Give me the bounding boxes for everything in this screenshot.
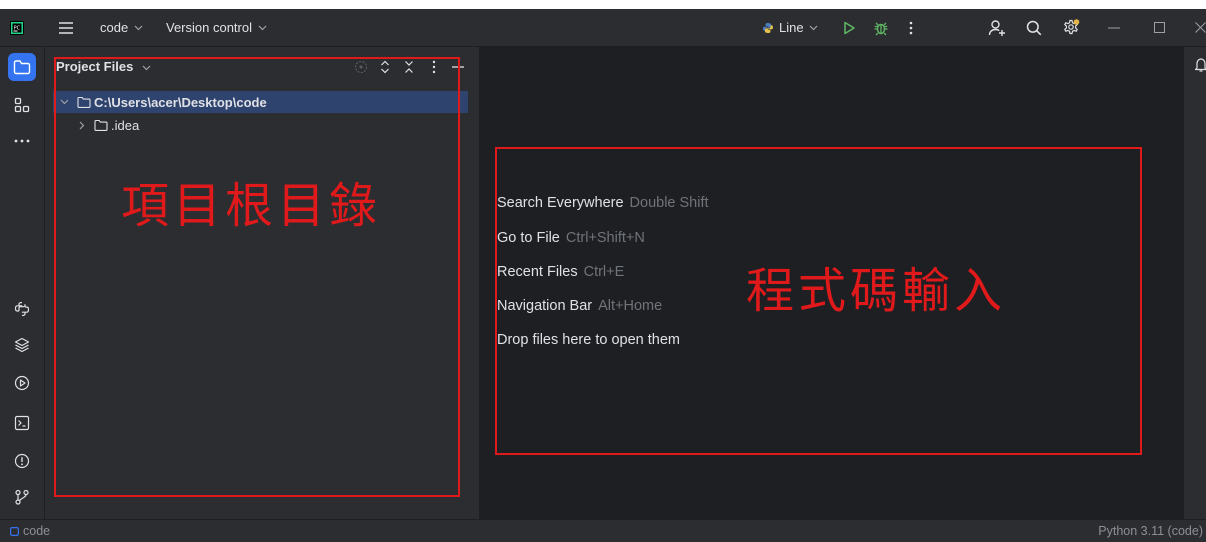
app-logo-icon[interactable]: PC: [10, 9, 24, 46]
close-icon[interactable]: [1195, 9, 1206, 46]
services-icon: [14, 375, 30, 391]
python-packages-button[interactable]: [8, 331, 36, 359]
module-icon: [10, 526, 19, 536]
notifications-icon[interactable]: [1194, 57, 1206, 73]
status-project-widget[interactable]: code: [10, 524, 50, 538]
structure-tool-button[interactable]: [8, 91, 36, 119]
project-widget-label: code: [100, 20, 129, 35]
vcs-widget[interactable]: Version control: [166, 9, 267, 46]
tool-window-bar-right: [1183, 47, 1206, 519]
terminal-button[interactable]: [8, 409, 36, 437]
project-widget[interactable]: code: [100, 9, 143, 46]
layers-icon: [14, 337, 30, 353]
annotation-label-code-input: 程式碼輸入: [746, 263, 1007, 319]
more-horizontal-icon: [14, 139, 30, 143]
status-bar: code Python 3.11 (code): [0, 519, 1206, 542]
python-icon: [762, 22, 774, 34]
settings-icon[interactable]: [1062, 9, 1080, 46]
structure-icon: [14, 97, 30, 113]
title-bar: PC code Version control Line: [0, 9, 1206, 47]
add-user-icon[interactable]: [988, 9, 1006, 46]
run-config-label: Line: [779, 20, 804, 35]
python-console-icon: [14, 301, 30, 317]
run-config-selector[interactable]: Line: [762, 9, 818, 46]
maximize-icon[interactable]: [1154, 9, 1165, 46]
annotation-box-project-root: [54, 57, 460, 497]
python-console-button[interactable]: [8, 295, 36, 323]
folder-icon: [13, 59, 31, 75]
hamburger-menu-icon[interactable]: [58, 9, 74, 46]
chevron-down-icon: [134, 25, 143, 31]
more-tools-button[interactable]: [8, 127, 36, 155]
terminal-icon: [14, 415, 30, 431]
vcs-widget-label: Version control: [166, 20, 252, 35]
git-icon: [14, 489, 30, 505]
version-control-button[interactable]: [8, 483, 36, 511]
top-strip: [0, 0, 1206, 9]
problems-button[interactable]: [8, 447, 36, 475]
chevron-down-icon: [258, 25, 267, 31]
debug-icon[interactable]: [873, 9, 889, 46]
problems-icon: [14, 453, 30, 469]
services-button[interactable]: [8, 369, 36, 397]
run-icon[interactable]: [842, 9, 856, 46]
project-tool-button[interactable]: [8, 53, 36, 81]
annotation-label-project-root: 項目根目錄: [121, 178, 382, 234]
minimize-icon[interactable]: [1108, 9, 1120, 46]
interpreter-widget[interactable]: Python 3.11 (code): [1098, 524, 1203, 538]
search-icon[interactable]: [1026, 9, 1042, 46]
status-project-label: code: [23, 524, 51, 538]
tool-window-bar-left: [0, 47, 45, 519]
chevron-down-icon: [809, 25, 818, 31]
more-vertical-icon[interactable]: [909, 9, 913, 46]
